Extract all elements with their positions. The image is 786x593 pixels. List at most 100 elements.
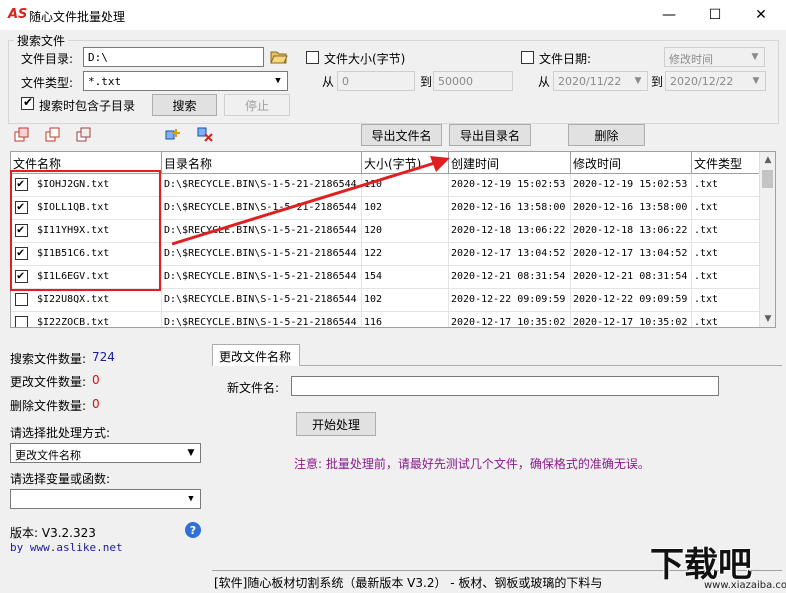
date-checkbox[interactable] [521,51,534,64]
highlight-box [10,170,161,291]
cell-modified: 2020-12-17 10:35:02 [571,312,692,327]
help-icon[interactable]: ? [185,522,201,538]
deleted-count-label: 删除文件数量: [10,399,87,413]
cell-created: 2020-12-21 08:31:54 [449,266,571,289]
changed-count-value: 0 [92,373,100,387]
row-check-box [15,293,28,306]
cell-size: 116 [362,312,449,327]
column-header-created[interactable]: 创建时间 [449,152,571,174]
new-name-input[interactable] [291,376,719,396]
var-select[interactable]: ▼ [10,489,201,509]
app-logo: AS [8,7,28,22]
row-check-box [15,316,28,327]
type-value: *.txt [88,75,122,88]
date-type-combo[interactable]: 修改时间 ▼ [664,47,765,67]
method-value: 更改文件名称 [15,449,81,462]
cell-modified: 2020-12-21 08:31:54 [571,266,692,289]
size-to-input[interactable]: 50000 [433,71,513,91]
stop-button[interactable]: 停止 [224,94,290,116]
type-combo[interactable]: *.txt ▼ [83,71,288,91]
dir-label: 文件目录: [21,52,74,66]
size-label: 文件大小(字节) [324,52,406,66]
scroll-up-icon[interactable]: ▲ [760,152,775,168]
website-link[interactable]: by www.aslike.net [10,541,123,554]
cell-created: 2020-12-18 13:06:22 [449,220,571,243]
method-label: 请选择批处理方式: [10,426,111,440]
scroll-down-icon[interactable]: ▼ [760,311,775,327]
subdir-checkbox[interactable] [21,95,34,110]
grid-scrollbar[interactable]: ▲ ▼ [759,152,775,327]
size-check-box [306,51,319,64]
size-from-label: 从 [322,75,335,89]
folder-open-icon[interactable] [270,49,288,65]
cell-size: 154 [362,266,449,289]
cell-modified: 2020-12-22 09:09:59 [571,289,692,312]
cell-modified: 2020-12-19 15:02:53 [571,174,692,197]
remove-item-icon[interactable] [197,127,215,143]
date-check-box [521,51,534,64]
var-label: 请选择变量或函数: [10,472,111,486]
tab-rename[interactable]: 更改文件名称 [212,344,300,366]
maximize-button[interactable]: ☐ [692,0,738,30]
watermark-logo: 下载吧 www.xiazaiba.com [648,537,786,593]
search-button[interactable]: 搜索 [152,94,217,116]
minimize-button[interactable]: — [646,0,692,30]
found-count-value: 724 [92,350,115,364]
cell-type: .txt [692,312,763,327]
cell-created: 2020-12-19 15:02:53 [449,174,571,197]
delete-button[interactable]: 删除 [568,124,645,146]
invert-select-icon[interactable] [45,127,61,143]
subdir-check-icon [21,95,34,110]
found-count-label: 搜索文件数量: [10,352,87,366]
add-item-icon[interactable] [165,127,183,143]
date-type-value: 修改时间 [669,53,713,66]
date-from-picker[interactable]: 2020/11/22 ▼ [553,71,648,91]
export-dirs-button[interactable]: 导出目录名 [449,124,531,146]
cell-name: $I22ZOCB.txt [11,312,162,328]
subdir-label: 搜索时包含子目录 [39,99,136,113]
window-title: 随心文件批量处理 [29,10,126,24]
cell-dir: D:\$RECYCLE.BIN\S-1-5-21-2186544 [162,312,362,327]
cell-dir: D:\$RECYCLE.BIN\S-1-5-21-2186544 [162,266,362,289]
start-process-button[interactable]: 开始处理 [296,412,376,436]
cell-created: 2020-12-17 10:35:02 [449,312,571,327]
version-text: 版本: V3.2.323 [10,526,96,540]
size-checkbox[interactable] [306,51,319,64]
column-header-type[interactable]: 文件类型 [692,152,763,174]
date-label: 文件日期: [539,52,592,66]
table-row[interactable]: $I22U8QX.txt D:\$RECYCLE.BIN\S-1-5-21-21… [11,289,763,312]
method-select[interactable]: 更改文件名称 ▼ [10,443,201,463]
search-group-label: 搜索文件 [14,32,69,49]
deselect-all-icon[interactable] [76,127,92,143]
row-checkbox[interactable] [15,293,28,306]
file-name: $I22ZOCB.txt [37,317,110,328]
scroll-thumb[interactable] [762,170,773,188]
file-name: $I22U8QX.txt [37,294,110,305]
cell-created: 2020-12-22 09:09:59 [449,289,571,312]
select-all-icon[interactable] [14,127,30,143]
date-to-picker[interactable]: 2020/12/22 ▼ [665,71,766,91]
chevron-down-icon: ▼ [752,76,760,86]
changed-count-label: 更改文件数量: [10,375,87,389]
cell-size: 102 [362,289,449,312]
cell-type: .txt [692,197,763,220]
dir-input[interactable]: D:\ [83,47,264,67]
date-from-value: 2020/11/22 [558,75,622,88]
date-to-value: 2020/12/22 [670,75,734,88]
cell-dir: D:\$RECYCLE.BIN\S-1-5-21-2186544 [162,289,362,312]
export-files-button[interactable]: 导出文件名 [361,124,442,146]
annotation-arrow-icon [171,156,450,246]
size-to-label: 到 [420,75,433,89]
close-icon: ✕ [755,7,767,23]
cell-modified: 2020-12-17 13:04:52 [571,243,692,266]
column-header-modified[interactable]: 修改时间 [571,152,692,174]
chevron-down-icon: ▼ [751,52,759,62]
chevron-down-icon: ▼ [275,76,281,86]
close-button[interactable]: ✕ [738,0,784,30]
size-from-input[interactable]: 0 [337,71,415,91]
cell-modified: 2020-12-18 13:06:22 [571,220,692,243]
chevron-down-icon: ▼ [634,76,642,86]
table-row[interactable]: $I22ZOCB.txt D:\$RECYCLE.BIN\S-1-5-21-21… [11,312,763,328]
cell-type: .txt [692,266,763,289]
row-checkbox[interactable] [15,316,28,327]
